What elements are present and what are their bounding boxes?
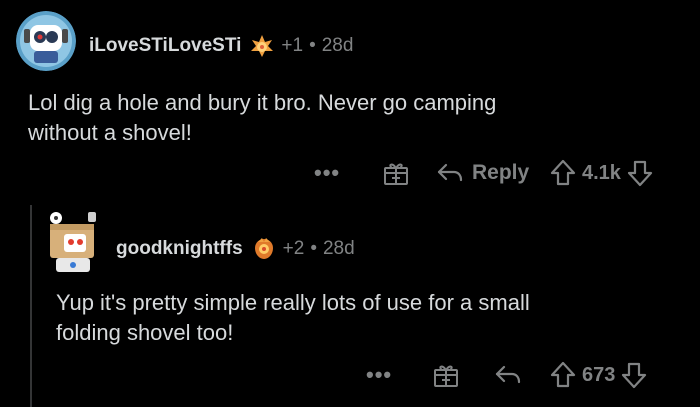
comment-meta: iLoveSTiLoveSTi +1 • 28d (89, 33, 353, 59)
downvote-arrow-icon[interactable] (627, 159, 653, 187)
comment-body-line: Yup it's pretty simple really lots of us… (56, 290, 530, 315)
comment-age: 28d (322, 238, 355, 259)
award-icon[interactable] (249, 33, 275, 59)
comment-body-line: folding shovel too! (56, 320, 234, 345)
upvote-arrow-icon[interactable] (550, 361, 576, 389)
award-count: +1 (281, 35, 304, 56)
reply-label: Reply (472, 161, 530, 184)
reply-button[interactable]: Reply (436, 155, 529, 191)
reply-arrow-icon (436, 161, 464, 185)
upvote-arrow-icon[interactable] (550, 159, 576, 187)
reply-arrow-icon (494, 363, 522, 387)
comment-body: Yup it's pretty simple really lots of us… (56, 288, 676, 348)
comment-meta: goodknightffs +2 • 28d (116, 236, 355, 262)
score: 4.1k (582, 161, 621, 184)
comment-age: 28d (321, 35, 354, 56)
vote-controls: 4.1k (550, 155, 653, 191)
user-avatar[interactable] (44, 210, 104, 274)
award-count: +2 (282, 238, 305, 259)
more-options-button[interactable]: ••• (366, 357, 392, 393)
more-options-button[interactable]: ••• (314, 155, 340, 191)
reply-button[interactable] (494, 357, 522, 393)
username[interactable]: goodknightffs (116, 238, 243, 260)
comment-body-line: without a shovel! (28, 120, 192, 145)
comment-body: Lol dig a hole and bury it bro. Never go… (28, 88, 648, 148)
downvote-arrow-icon[interactable] (621, 361, 647, 389)
vote-controls: 673 (550, 357, 647, 393)
comment: iLoveSTiLoveSTi +1 • 28d Lol dig a hole … (0, 0, 700, 200)
comment-actions: ••• 673 (0, 357, 700, 393)
separator-dot: • (309, 35, 316, 56)
score: 673 (582, 363, 616, 386)
gift-icon[interactable] (432, 357, 460, 393)
comment-actions: ••• Reply 4.1k (0, 155, 700, 191)
separator-dot: • (310, 238, 317, 259)
comment-body-line: Lol dig a hole and bury it bro. Never go… (28, 90, 497, 115)
gift-icon[interactable] (382, 155, 410, 191)
award-icon[interactable] (251, 236, 277, 262)
user-avatar[interactable] (16, 11, 76, 71)
username[interactable]: iLoveSTiLoveSTi (89, 35, 241, 57)
